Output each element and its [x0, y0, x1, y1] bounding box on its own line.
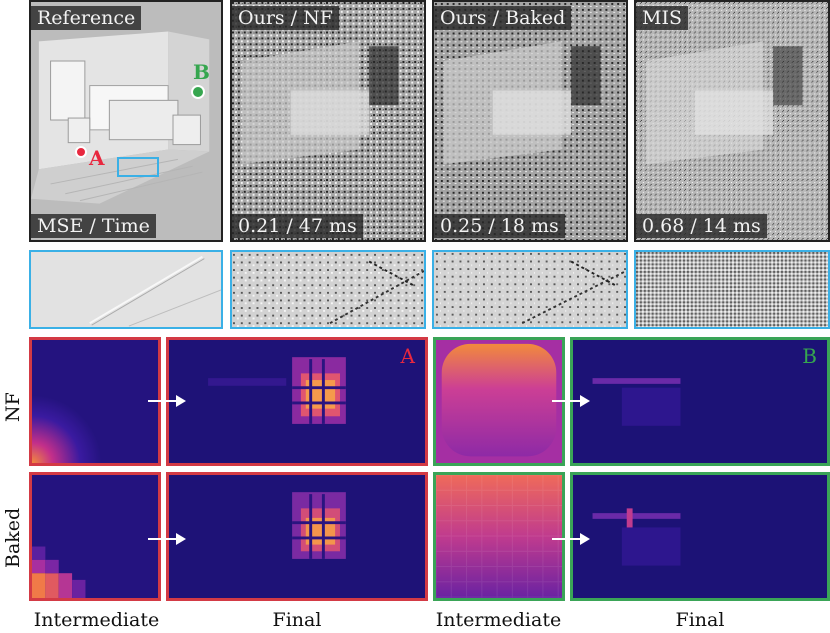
- baked-final-a: [166, 472, 428, 601]
- arrow-baked-b: [552, 533, 590, 545]
- bedroom-scene: [31, 2, 221, 240]
- nf-scene: [232, 2, 424, 240]
- nf-final-b-map: [573, 340, 827, 463]
- reference-render: A B Reference MSE / Time: [29, 0, 223, 242]
- arrow-nf-a: [148, 395, 186, 407]
- nf-intermediate-b-map: [436, 340, 562, 463]
- arrow-nf-b: [552, 395, 590, 407]
- column-label-intermediate-1: Intermediate: [33, 609, 160, 631]
- heat-marker-a: A: [400, 344, 415, 368]
- row-label-baked: Baked: [2, 507, 24, 568]
- nf-crop-image: [232, 252, 424, 327]
- marker-a-dot: [75, 146, 87, 158]
- nf-final-a-map: [169, 340, 425, 463]
- render-metric: MSE / Time: [31, 214, 156, 238]
- render-title: Ours / NF: [232, 6, 339, 30]
- reference-crop: [29, 250, 223, 329]
- nf-intermediate-a: [29, 337, 161, 466]
- baked-final-b: [570, 472, 830, 601]
- baked-final-b-map: [573, 475, 827, 598]
- nf-final-a: A: [166, 337, 428, 466]
- render-metric: 0.68 / 14 ms: [636, 214, 767, 238]
- baked-intermediate-a-map: [32, 475, 158, 598]
- baked-final-a-map: [169, 475, 425, 598]
- baked-crop-image: [434, 252, 626, 327]
- arrow-baked-a: [148, 533, 186, 545]
- nf-intermediate-b: [433, 337, 565, 466]
- column-label-final-2: Final: [675, 609, 725, 631]
- crop-region-box: [117, 157, 159, 177]
- baked-scene: [434, 2, 626, 240]
- baked-intermediate-a: [29, 472, 161, 601]
- render-title: Ours / Baked: [434, 6, 572, 30]
- mis-crop-image: [636, 252, 828, 327]
- row-label-nf: NF: [2, 392, 24, 422]
- reference-crop-image: [31, 252, 221, 327]
- render-metric: 0.21 / 47 ms: [232, 214, 363, 238]
- heat-marker-b: B: [802, 344, 817, 368]
- column-label-final-1: Final: [272, 609, 322, 631]
- nf-render: Ours / NF 0.21 / 47 ms: [230, 0, 426, 242]
- render-title: Reference: [31, 6, 142, 30]
- marker-b-dot: [191, 85, 205, 99]
- baked-intermediate-b-map: [436, 475, 562, 598]
- mis-scene: [636, 2, 828, 240]
- baked-render: Ours / Baked 0.25 / 18 ms: [432, 0, 628, 242]
- baked-intermediate-b: [433, 472, 565, 601]
- nf-final-b: B: [570, 337, 830, 466]
- mis-crop: [634, 250, 830, 329]
- baked-crop: [432, 250, 628, 329]
- marker-b-label: B: [193, 60, 210, 84]
- render-title: MIS: [636, 6, 688, 30]
- nf-intermediate-a-map: [32, 340, 158, 463]
- nf-crop: [230, 250, 426, 329]
- marker-a-label: A: [89, 146, 105, 170]
- mis-render: MIS 0.68 / 14 ms: [634, 0, 830, 242]
- render-metric: 0.25 / 18 ms: [434, 214, 565, 238]
- column-label-intermediate-2: Intermediate: [435, 609, 562, 631]
